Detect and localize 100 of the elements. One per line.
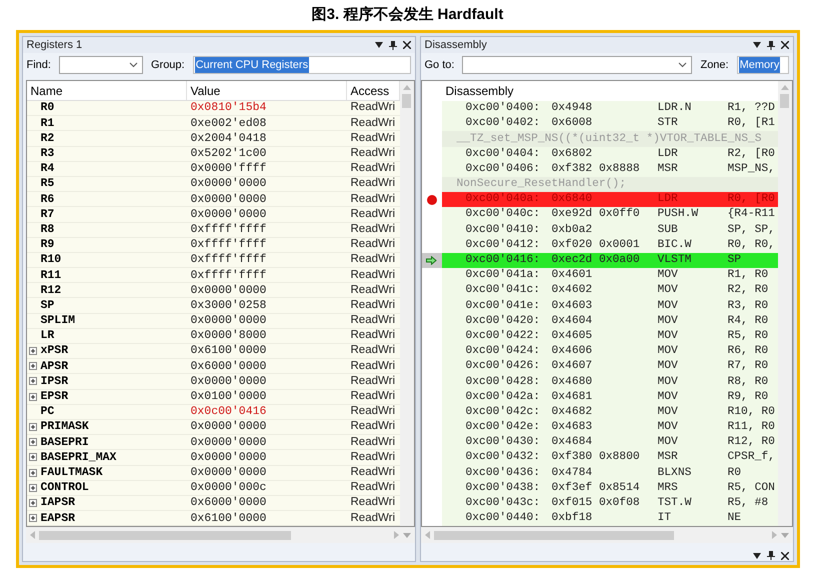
register-row[interactable]: R9 0xffff'ffff ReadWri: [26, 238, 400, 253]
register-row[interactable]: LR 0x0000'8000 ReadWri: [26, 328, 400, 344]
register-row[interactable]: xPSR 0x6100'0000 ReadWri: [26, 344, 400, 360]
register-value: 0x2004'0418: [190, 130, 268, 147]
register-name: R6: [40, 192, 54, 208]
register-row[interactable]: CONTROL 0x0000'000c ReadWri: [26, 480, 400, 496]
access-cell-text: ReadWri: [350, 146, 396, 162]
register-row[interactable]: R7 0x0000'0000 ReadWri: [26, 207, 400, 222]
pin-icon[interactable]: [766, 40, 774, 50]
register-row[interactable]: IPSR 0x0000'0000 ReadWri: [26, 374, 400, 390]
register-name: R7: [40, 206, 54, 223]
register-value: 0x6000'0000: [190, 495, 268, 512]
chevron-down-icon[interactable]: [128, 62, 138, 68]
register-row[interactable]: R10 0xffff'ffff ReadWri: [26, 252, 400, 268]
scrollbar-thumb[interactable]: [780, 94, 789, 108]
horizontal-scrollbar[interactable]: [420, 527, 792, 544]
expand-icon[interactable]: [28, 453, 36, 462]
access-cell-text: ReadWri: [350, 176, 396, 192]
pin-icon[interactable]: [388, 40, 396, 50]
vertical-scrollbar[interactable]: [400, 81, 414, 526]
scrollbar-thumb[interactable]: [402, 94, 411, 108]
register-row[interactable]: R0 0x0810'15b4 ReadWri: [26, 101, 400, 116]
expand-icon[interactable]: [28, 362, 36, 370]
register-value: 0x0000'8000: [190, 328, 268, 344]
go-to-label: Go to:: [424, 58, 454, 73]
register-row[interactable]: EPSR 0x0100'0000 ReadWri: [26, 390, 400, 405]
access-cell-text: ReadWri: [350, 206, 396, 222]
register-value: 0x0100'0000: [190, 389, 268, 406]
dropdown-arrow-icon[interactable]: [752, 552, 760, 558]
register-name: IAPSR: [40, 495, 76, 512]
register-value: 0x0000'0000: [190, 419, 268, 436]
register-row[interactable]: SPLIM 0x0000'0000 ReadWri: [26, 314, 400, 329]
expand-icon[interactable]: [28, 498, 36, 507]
column-header[interactable]: Disassembly: [446, 82, 514, 100]
register-name: R4: [40, 161, 54, 178]
register-name: R1: [40, 116, 54, 132]
access-cell-text: ReadWri: [350, 404, 396, 420]
register-name: SP: [40, 298, 54, 314]
register-name: R11: [40, 268, 62, 284]
expand-icon[interactable]: [28, 392, 36, 401]
register-row[interactable]: SP 0x3000'0258 ReadWri: [26, 298, 400, 314]
register-value: 0x0810'15b4: [190, 100, 268, 116]
expand-icon[interactable]: [28, 377, 36, 386]
register-row[interactable]: IAPSR 0x6000'0000 ReadWri: [26, 496, 400, 512]
access-cell-text: ReadWri: [350, 298, 396, 313]
register-value: 0x0000'000c: [190, 480, 268, 496]
register-row[interactable]: R4 0x0000'ffff ReadWri: [26, 162, 400, 177]
expand-icon[interactable]: [28, 423, 36, 432]
register-row[interactable]: APSR 0x6000'0000 ReadWri: [26, 359, 400, 374]
column-header[interactable]: Name: [26, 81, 186, 100]
register-row[interactable]: R2 0x2004'0418 ReadWri: [26, 131, 400, 147]
register-name: R3: [40, 146, 54, 162]
pin-icon[interactable]: [766, 551, 774, 560]
figure-caption: 图3. 程序不会发生 Hardfault: [312, 4, 504, 25]
horizontal-scrollbar[interactable]: [26, 527, 414, 544]
expand-icon[interactable]: [28, 468, 36, 477]
vertical-scrollbar[interactable]: [778, 81, 792, 526]
expand-icon[interactable]: [28, 514, 36, 522]
zone-field[interactable]: Memory: [736, 56, 788, 74]
register-value: 0xe002'ed08: [190, 116, 268, 132]
register-row[interactable]: EAPSR 0x6100'0000 ReadWri: [26, 511, 400, 526]
access-cell-text: ReadWri: [350, 450, 396, 465]
register-row[interactable]: BASEPRI 0x0000'0000 ReadWri: [26, 435, 400, 450]
chevron-down-icon[interactable]: [678, 62, 688, 68]
register-row[interactable]: R1 0xe002'ed08 ReadWri: [26, 116, 400, 132]
dropdown-arrow-icon[interactable]: [374, 42, 382, 48]
expand-icon[interactable]: [28, 484, 36, 492]
register-name: R9: [40, 237, 54, 254]
register-row[interactable]: R5 0x0000'0000 ReadWri: [26, 176, 400, 192]
close-icon[interactable]: [780, 41, 788, 49]
access-cell-text: ReadWri: [350, 480, 396, 496]
access-cell-text: ReadWri: [350, 282, 396, 298]
register-row[interactable]: R6 0x0000'0000 ReadWri: [26, 192, 400, 208]
source-line: __TZ_set_MSP_NS((*(uint32_t *)VTOR_TABLE_NS_S: [456, 132, 762, 146]
scrollbar-thumb[interactable]: [434, 530, 674, 540]
register-row[interactable]: R8 0xffff'ffff ReadWri: [26, 222, 400, 238]
register-name: R2: [40, 130, 54, 147]
register-row[interactable]: R12 0x0000'0000 ReadWri: [26, 283, 400, 298]
register-value: 0x0000'0000: [190, 450, 268, 466]
column-header[interactable]: Value: [186, 81, 346, 100]
register-value: 0x0000'0000: [190, 282, 268, 299]
register-row[interactable]: BASEPRI_MAX 0x0000'0000 ReadWri: [26, 450, 400, 466]
register-value: 0x6000'0000: [190, 358, 268, 375]
register-row[interactable]: PC 0x0c00'0416 ReadWri: [26, 404, 400, 420]
access-cell-text: ReadWri: [350, 268, 396, 283]
register-row[interactable]: FAULTMASK 0x0000'0000 ReadWri: [26, 466, 400, 481]
register-row[interactable]: R11 0xffff'ffff ReadWri: [26, 268, 400, 284]
breakpoint-icon[interactable]: [426, 194, 436, 205]
group-field[interactable]: Current CPU Registers: [192, 56, 410, 74]
register-row[interactable]: R3 0x5202'1c00 ReadWri: [26, 146, 400, 162]
close-icon[interactable]: [780, 552, 788, 560]
scrollbar-thumb[interactable]: [38, 530, 292, 540]
source-line: NonSecure_ResetHandler();: [456, 176, 626, 192]
register-row[interactable]: PRIMASK 0x0000'0000 ReadWri: [26, 420, 400, 436]
expand-icon[interactable]: [28, 347, 36, 356]
close-icon[interactable]: [402, 41, 410, 49]
dropdown-arrow-icon[interactable]: [752, 42, 760, 48]
access-cell-text: ReadWri: [350, 343, 396, 358]
expand-icon[interactable]: [28, 438, 36, 446]
access-cell-text: ReadWri: [350, 328, 396, 344]
